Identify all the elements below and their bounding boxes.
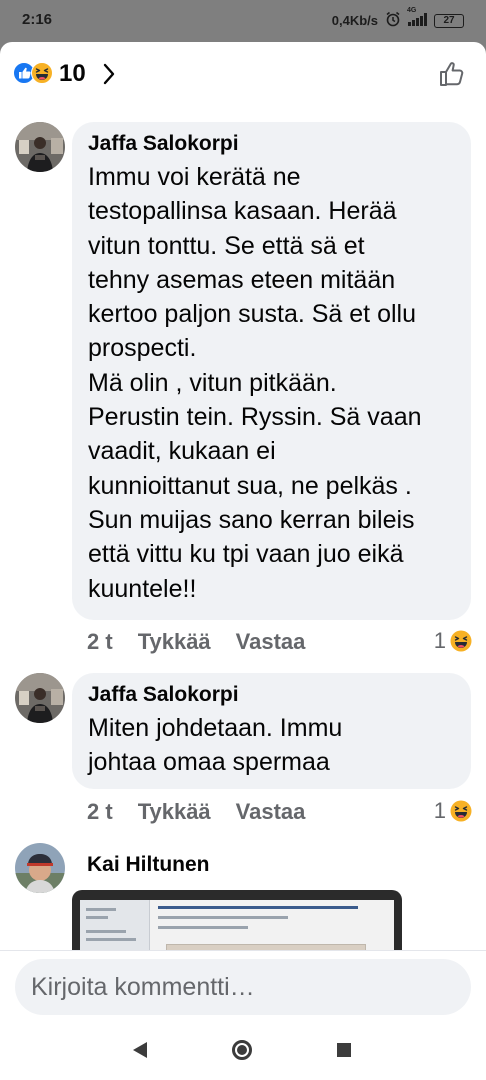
reactions-count[interactable]: 10 [59, 60, 86, 88]
comment-reaction-count: 1 [433, 798, 446, 823]
reply-button[interactable]: Vastaa [236, 799, 306, 825]
comment-input[interactable]: Kirjoita kommentti… [15, 959, 471, 1015]
comment-reactions[interactable]: 1 [434, 798, 472, 824]
comment-text-line: tehny asemas eteen mitään [88, 265, 396, 294]
comment-author[interactable]: Kai Hiltunen [87, 853, 210, 877]
chevron-right-icon[interactable] [102, 63, 116, 85]
comment-text: Immu voi kerätä ne testopallinsa kasaan.… [88, 160, 456, 606]
comment-text-line: johtaa omaa spermaa [88, 748, 330, 777]
comment-time[interactable]: 2 t [87, 799, 113, 825]
comment-actions: 2 t Tykkää Vastaa [87, 799, 330, 825]
recents-icon[interactable] [336, 1042, 352, 1058]
comment-text-line: Miten johdetaan. Immu [88, 714, 343, 742]
comments-sheet: 10 Jaffa Salokorpi Immu voi kerätä ne te… [0, 42, 486, 1022]
comment-bubble[interactable]: Jaffa Salokorpi Miten johdetaan. Immu jo… [72, 673, 471, 789]
haha-icon [31, 62, 53, 84]
system-nav-bar [0, 1022, 486, 1080]
status-bar: 2:16 0,4Kb/s 4G 27 [0, 0, 486, 42]
home-icon[interactable] [231, 1039, 253, 1061]
avatar[interactable] [15, 843, 65, 893]
avatar[interactable] [15, 122, 65, 172]
comment-text-line: Sun muijas sano kerran bileis [88, 505, 415, 534]
signal-icon: 4G [407, 7, 427, 29]
reactions-summary[interactable] [13, 62, 55, 84]
comment-author[interactable]: Jaffa Salokorpi [88, 130, 456, 158]
comment-reactions[interactable]: 1 [434, 628, 472, 654]
comment-text: Miten johdetaan. Immu johtaa omaa sperma… [88, 711, 456, 780]
haha-icon [450, 630, 472, 652]
back-icon[interactable] [131, 1040, 149, 1060]
network-type: 4G [407, 6, 417, 14]
like-outline-icon[interactable] [438, 60, 466, 88]
status-right: 0,4Kb/s 4G 27 [331, 7, 464, 30]
comment-text-line: Immu voi kerätä ne [88, 163, 301, 191]
comment-text-line: vaadit, kukaan ei [88, 437, 276, 466]
compose-bar: Kirjoita kommentti… [0, 950, 486, 1022]
comment-text-line: prospecti. [88, 334, 197, 363]
battery-level: 27 [443, 14, 455, 26]
comment-text-line: testopallinsa kasaan. Herää [88, 197, 397, 226]
comment-author[interactable]: Jaffa Salokorpi [88, 681, 456, 709]
status-time: 2:16 [22, 11, 53, 28]
comment-text-line: Mä olin , vitun pitkään. [88, 368, 337, 397]
haha-icon [450, 800, 472, 822]
avatar[interactable] [15, 673, 65, 723]
comment-actions: 2 t Tykkää Vastaa [87, 629, 330, 655]
comment-input-placeholder: Kirjoita kommentti… [31, 972, 255, 1001]
reply-button[interactable]: Vastaa [236, 629, 306, 655]
comment-text-line: vitun tonttu. Se että sä et [88, 231, 365, 260]
reactions-header: 10 [0, 42, 486, 104]
comment-text-line: kuuntele!! [88, 574, 197, 603]
like-button[interactable]: Tykkää [138, 629, 211, 655]
comment-text-line: Perustin tein. Ryssin. Sä vaan [88, 403, 422, 432]
alarm-icon [385, 11, 401, 30]
battery-icon: 27 [434, 13, 464, 28]
network-speed: 0,4Kb/s [331, 13, 378, 28]
comment-text-line: että vittu ku tpi vaan juo eikä [88, 540, 404, 569]
comment-time[interactable]: 2 t [87, 629, 113, 655]
like-button[interactable]: Tykkää [138, 799, 211, 825]
comment-text-line: kertoo paljon susta. Sä et ollu [88, 300, 416, 329]
comment-bubble[interactable]: Jaffa Salokorpi Immu voi kerätä ne testo… [72, 122, 471, 620]
comment-reaction-count: 1 [433, 628, 446, 653]
comment-text-line: kunnioittanut sua, ne pelkäs . [88, 471, 412, 500]
